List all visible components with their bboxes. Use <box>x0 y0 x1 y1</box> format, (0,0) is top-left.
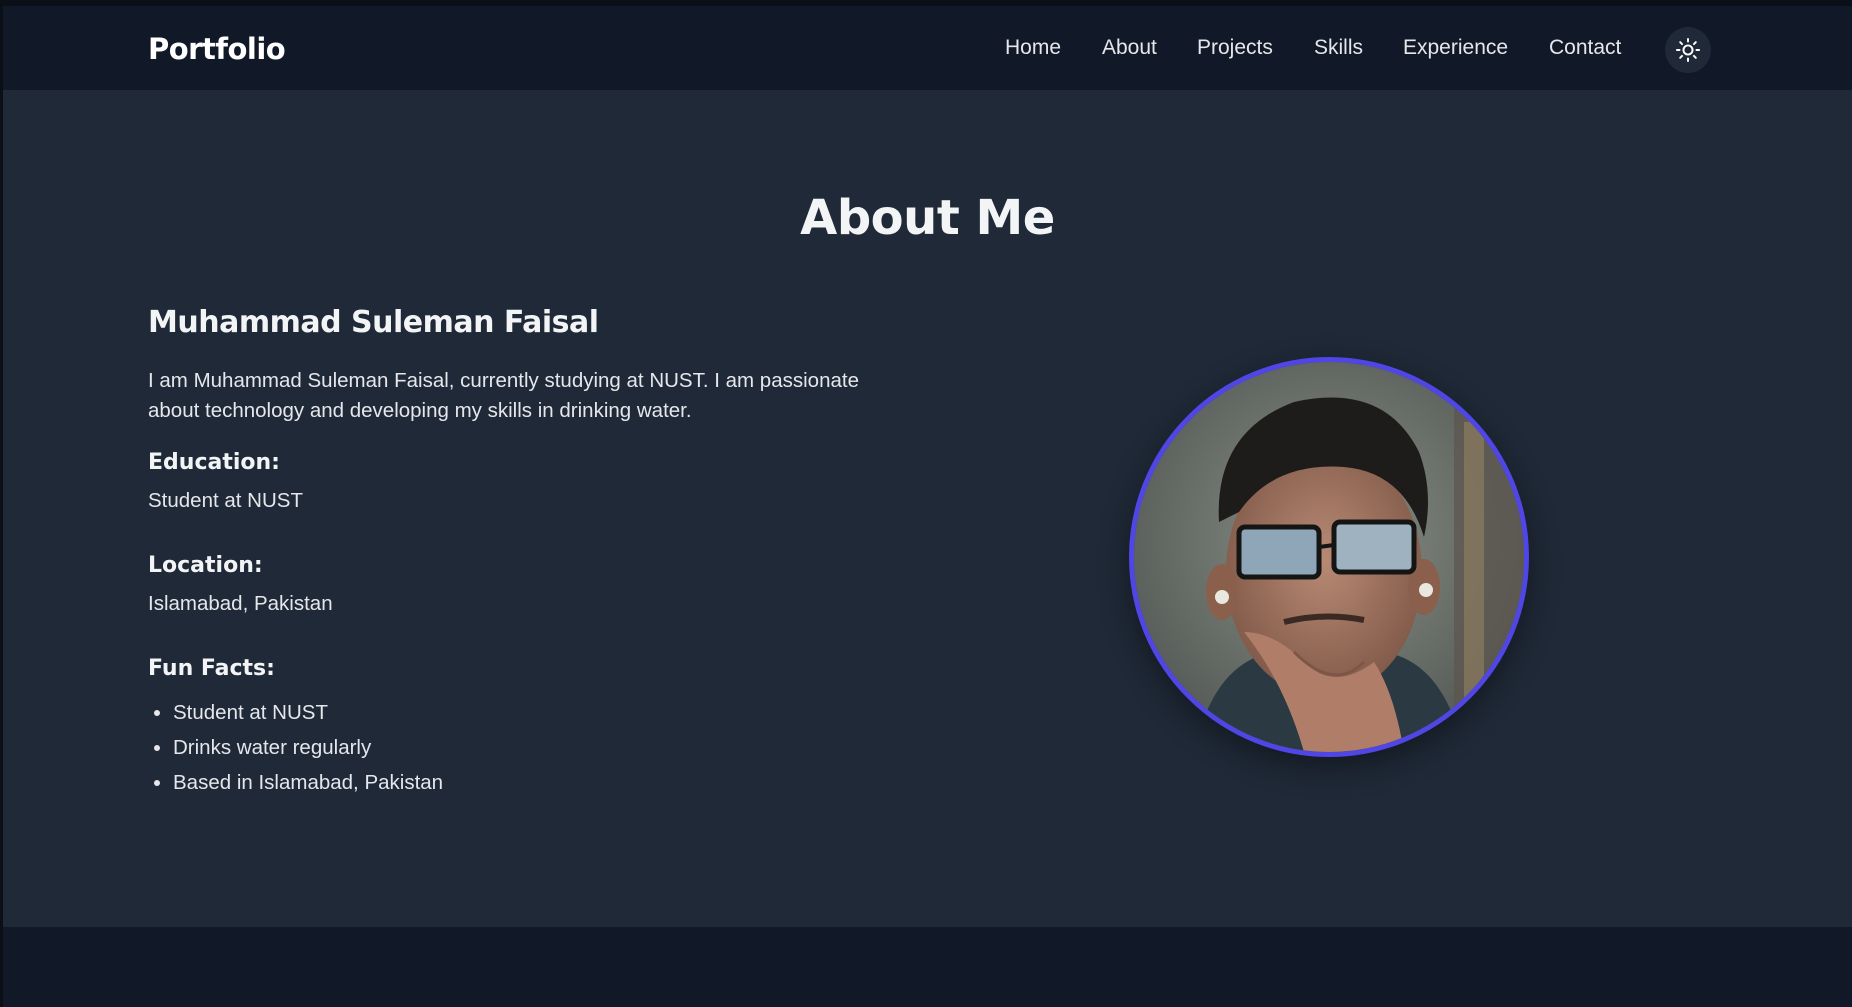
nav-link-about[interactable]: About <box>1102 36 1157 60</box>
sun-icon <box>1675 37 1701 63</box>
section-title: About Me <box>800 190 1055 246</box>
fun-facts-list: Student at NUST Drinks water regularly B… <box>148 695 908 800</box>
nav-link-home[interactable]: Home <box>1005 36 1061 60</box>
fun-facts-heading: Fun Facts: <box>148 656 275 681</box>
list-item: Student at NUST <box>173 695 908 730</box>
footer <box>3 927 1852 1007</box>
education-value: Student at NUST <box>148 489 303 512</box>
profile-photo <box>1129 357 1529 757</box>
location-heading: Location: <box>148 553 263 578</box>
about-section: About Me Muhammad Suleman Faisal I am Mu… <box>3 90 1852 927</box>
nav-link-contact[interactable]: Contact <box>1549 36 1621 60</box>
list-item: Based in Islamabad, Pakistan <box>173 765 908 800</box>
theme-toggle-button[interactable] <box>1665 27 1711 73</box>
nav-link-projects[interactable]: Projects <box>1197 36 1273 60</box>
profile-photo-image <box>1134 362 1524 752</box>
brand-logo[interactable]: Portfolio <box>148 32 286 66</box>
education-heading: Education: <box>148 450 280 475</box>
about-details: Muhammad Suleman Faisal I am Muhammad Su… <box>148 305 908 800</box>
bio-text: I am Muhammad Suleman Faisal, currently … <box>148 369 859 422</box>
nav-link-experience[interactable]: Experience <box>1403 36 1508 60</box>
person-name: Muhammad Suleman Faisal <box>148 305 599 340</box>
location-value: Islamabad, Pakistan <box>148 592 333 615</box>
nav-link-skills[interactable]: Skills <box>1314 36 1363 60</box>
list-item: Drinks water regularly <box>173 730 908 765</box>
navbar: Portfolio Home About Projects Skills Exp… <box>3 6 1852 90</box>
